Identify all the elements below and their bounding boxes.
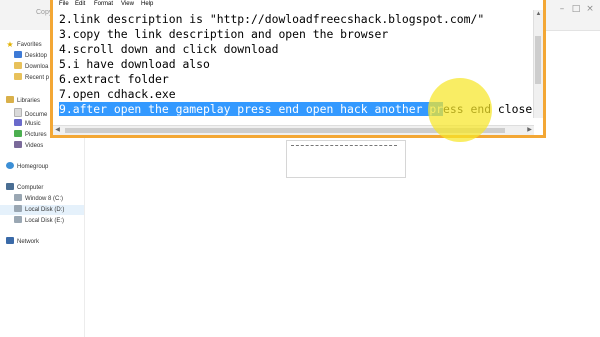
pictures-icon (14, 130, 22, 137)
text-line: 3.copy the link description and open the… (59, 27, 389, 41)
selected-text: 9.after open the gameplay press end open… (59, 102, 444, 116)
nav-recent[interactable]: Recent p (14, 73, 49, 83)
nav-label: Recent p (25, 75, 50, 81)
documents-icon (14, 108, 22, 117)
homegroup-icon (6, 162, 14, 169)
nav-network[interactable]: Network (6, 237, 39, 247)
nav-drive-d[interactable]: Local Disk (D:) (0, 205, 84, 215)
drive-icon (14, 194, 22, 201)
star-icon: ★ (6, 40, 14, 49)
minimize-icon[interactable]: – (556, 4, 568, 14)
dashed-divider (291, 145, 397, 146)
libraries-icon (6, 96, 14, 103)
nav-label: Pictures (25, 132, 47, 138)
text-line: 7.open cdhack.exe (59, 87, 176, 101)
nav-label: Libraries (17, 98, 41, 104)
drive-icon (14, 205, 22, 212)
text-line: 4.scroll down and click download (59, 42, 279, 56)
nav-label: Computer (17, 185, 44, 191)
nav-label: Videos (25, 143, 44, 149)
background-dialog-box (286, 140, 406, 178)
downloads-icon (14, 62, 22, 69)
close-icon[interactable]: × (584, 4, 596, 14)
scroll-up-icon[interactable]: ▲ (534, 10, 543, 19)
text-line: 6.extract folder (59, 72, 169, 86)
computer-icon (6, 183, 14, 190)
nav-label: Local Disk (D:) (25, 207, 65, 213)
scroll-thumb[interactable] (535, 36, 541, 84)
notepad-window[interactable]: File Edit Format View Help 2.link descri… (50, 0, 546, 138)
network-icon (6, 237, 14, 244)
nav-label: Docume (25, 112, 48, 118)
nav-label: Local Disk (E:) (25, 218, 65, 224)
drive-icon (14, 216, 22, 223)
notepad-text-area[interactable]: 2.link description is "http://dowloadfre… (59, 12, 537, 124)
nav-computer[interactable]: Computer (6, 183, 43, 193)
music-icon (14, 119, 22, 126)
nav-label: Homegroup (17, 164, 49, 170)
horizontal-scrollbar[interactable]: ◀ ▶ (53, 125, 534, 135)
recent-places-icon (14, 73, 22, 80)
text-line: 2.link description is "http://dowloadfre… (59, 12, 485, 26)
desktop-icon (14, 51, 22, 58)
menu-format[interactable]: Format (94, 1, 113, 7)
nav-label: Downloa (25, 64, 49, 70)
nav-homegroup[interactable]: Homegroup (6, 162, 48, 172)
scroll-right-icon[interactable]: ▶ (525, 126, 534, 135)
scroll-left-icon[interactable]: ◀ (53, 126, 62, 135)
text-line-selected: 9.after open the gameplay press end open… (59, 102, 537, 117)
nav-label: Favorites (17, 42, 42, 48)
nav-label: Window 8 (C:) (25, 196, 64, 202)
menu-file[interactable]: File (59, 1, 69, 7)
notepad-menubar: File Edit Format View Help (53, 0, 543, 10)
scroll-thumb[interactable] (65, 128, 505, 133)
nav-drive-e[interactable]: Local Disk (E:) (14, 216, 64, 226)
nav-label: Desktop (25, 53, 48, 59)
unselected-text: ess end close (443, 102, 533, 116)
menu-edit[interactable]: Edit (75, 1, 85, 7)
menu-view[interactable]: View (121, 1, 134, 7)
nav-videos[interactable]: Videos (14, 141, 43, 151)
nav-label: Network (17, 239, 40, 245)
nav-downloads[interactable]: Downloa (14, 62, 48, 72)
nav-music[interactable]: Music (14, 119, 41, 129)
vertical-scrollbar[interactable]: ▲ (533, 10, 543, 118)
maximize-icon[interactable]: □ (570, 4, 582, 14)
nav-libraries[interactable]: Libraries (6, 96, 40, 106)
menu-help[interactable]: Help (141, 1, 153, 7)
nav-documents[interactable]: Docume (14, 108, 47, 118)
videos-icon (14, 141, 22, 148)
text-line: 5.i have download also (59, 57, 210, 71)
nav-drive-c[interactable]: Window 8 (C:) (14, 194, 63, 204)
nav-label: Music (25, 121, 41, 127)
nav-favorites[interactable]: ★ Favorites (6, 40, 42, 50)
nav-desktop[interactable]: Desktop (14, 51, 47, 61)
nav-pictures[interactable]: Pictures (14, 130, 47, 140)
